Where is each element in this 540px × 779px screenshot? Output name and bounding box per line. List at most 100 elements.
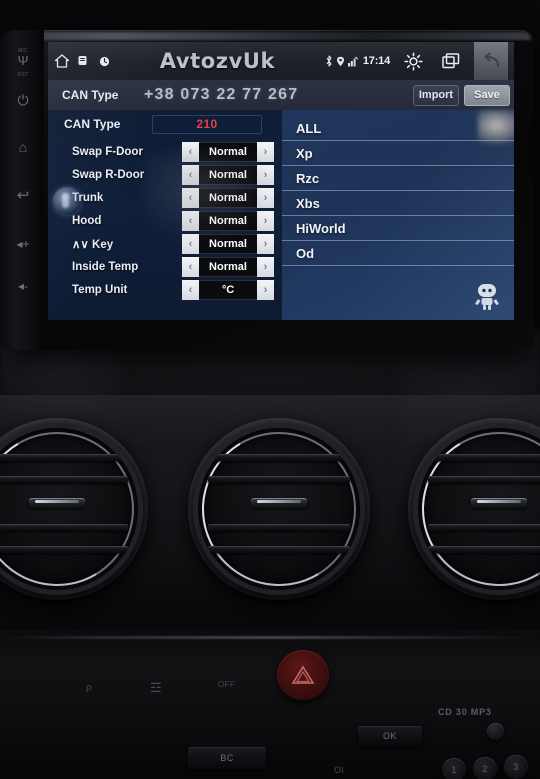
- power-icon[interactable]: ⏻: [10, 93, 36, 107]
- stepper-prev-icon[interactable]: ‹: [182, 256, 199, 277]
- stepper-prev-icon[interactable]: ‹: [182, 187, 199, 208]
- setting-row-trunk: Trunk ‹ Normal ›: [60, 186, 282, 209]
- mic-icon[interactable]: Ψ: [10, 54, 36, 67]
- setting-row-hood: Hood ‹ Normal ›: [60, 209, 282, 232]
- protocol-list: ALL Xp Rzc Xbs HiWorld Od: [282, 116, 514, 266]
- screenshot-root: P ☲ OFF CD 30 MP3 BC OK Ol 1 2 3 MIC Ψ R…: [0, 0, 540, 779]
- setting-value: Normal: [199, 233, 257, 254]
- setting-label: ∧∨ Key: [72, 238, 114, 251]
- vent-louver: [207, 454, 351, 461]
- vent-direction-knob[interactable]: [251, 498, 307, 508]
- setting-label: Trunk: [72, 191, 104, 204]
- brand-logo: AvtozvUk: [159, 49, 276, 73]
- stepper-prev-icon[interactable]: ‹: [182, 233, 199, 254]
- air-vent-center[interactable]: [198, 428, 360, 590]
- vent-knob-chrome: [476, 500, 522, 503]
- reset-label[interactable]: RST: [6, 72, 40, 78]
- hazard-lights-button[interactable]: [277, 650, 329, 700]
- parking-sensor-button[interactable]: P: [86, 684, 92, 694]
- vent-direction-knob[interactable]: [29, 498, 85, 508]
- android-status-bar: AvtozvUk 17:14: [48, 42, 514, 80]
- rear-defrost-button[interactable]: ☲: [150, 680, 162, 696]
- setting-stepper[interactable]: ‹ Normal ›: [182, 164, 274, 185]
- setting-row-swap-r-door: Swap R-Door ‹ Normal ›: [60, 163, 282, 186]
- import-button[interactable]: Import: [413, 84, 459, 106]
- vent-louver: [207, 524, 351, 531]
- save-button[interactable]: Save: [464, 84, 510, 106]
- vent-direction-knob[interactable]: [471, 498, 527, 508]
- stepper-next-icon[interactable]: ›: [257, 233, 274, 254]
- can-type-row: CAN Type 210: [48, 110, 282, 138]
- ok-button[interactable]: OK: [358, 726, 422, 746]
- brightness-icon[interactable]: [398, 42, 428, 80]
- vent-knob-chrome: [256, 500, 302, 503]
- setting-value: °C: [199, 279, 257, 300]
- stepper-next-icon[interactable]: ›: [257, 164, 274, 185]
- stepper-prev-icon[interactable]: ‹: [182, 279, 199, 300]
- head-unit-screen[interactable]: AvtozvUk 17:14 CAN Type +38 073 22 77 26…: [48, 42, 514, 320]
- volume-up-icon[interactable]: ◂+: [10, 238, 36, 250]
- setting-label: Hood: [72, 214, 102, 227]
- traction-control-off-button[interactable]: OFF: [218, 680, 235, 689]
- status-tray: 17:14: [325, 55, 390, 67]
- bc-button[interactable]: BC: [188, 747, 266, 769]
- setting-label: Swap R-Door: [72, 168, 145, 181]
- back-icon[interactable]: ↩: [10, 188, 36, 203]
- vent-louver: [427, 476, 540, 483]
- gps-icon: [336, 56, 345, 67]
- setting-label: Swap F-Door: [72, 145, 143, 158]
- hardware-button-rail: MIC Ψ RST ⏻ ⌂ ↩ ◂+ ◂-: [0, 30, 44, 350]
- setting-value: Normal: [199, 141, 257, 162]
- back-icon[interactable]: [474, 42, 508, 80]
- stepper-prev-icon[interactable]: ‹: [182, 141, 199, 162]
- setting-row-inside-temp: Inside Temp ‹ Normal ›: [60, 255, 282, 278]
- hazard-triangle-icon: [291, 665, 315, 684]
- cd-player-label: CD 30 MP3: [438, 707, 492, 717]
- setting-stepper[interactable]: ‹ Normal ›: [182, 233, 274, 254]
- vent-louver: [0, 476, 129, 483]
- list-item[interactable]: ALL: [282, 116, 514, 141]
- list-item[interactable]: HiWorld: [282, 216, 514, 241]
- vent-louver: [0, 546, 129, 553]
- setting-stepper[interactable]: ‹ Normal ›: [182, 187, 274, 208]
- setting-stepper[interactable]: ‹ Normal ›: [182, 256, 274, 277]
- preset-button-2[interactable]: 2: [473, 757, 497, 779]
- volume-down-icon[interactable]: ◂-: [10, 280, 36, 292]
- list-item[interactable]: Xp: [282, 141, 514, 166]
- recents-icon[interactable]: [436, 42, 466, 80]
- vent-louver: [427, 524, 540, 531]
- ol-label: Ol: [334, 765, 344, 775]
- preset-button-3[interactable]: 3: [504, 755, 528, 779]
- stepper-next-icon[interactable]: ›: [257, 187, 274, 208]
- apps-icon[interactable]: [78, 55, 91, 67]
- setting-stepper[interactable]: ‹ Normal ›: [182, 141, 274, 162]
- stepper-next-icon[interactable]: ›: [257, 256, 274, 277]
- vent-louver: [0, 524, 129, 531]
- stepper-next-icon[interactable]: ›: [257, 210, 274, 231]
- list-item[interactable]: Xbs: [282, 191, 514, 216]
- stepper-next-icon[interactable]: ›: [257, 141, 274, 162]
- radio-knob[interactable]: [487, 723, 504, 740]
- can-type-value-box[interactable]: 210: [152, 114, 262, 134]
- head-unit-bevel: [7, 32, 531, 40]
- vent-louver: [207, 476, 351, 483]
- setting-value: Normal: [199, 256, 257, 277]
- home-icon[interactable]: [54, 53, 70, 69]
- setting-stepper[interactable]: ‹ Normal ›: [182, 210, 274, 231]
- console-trim-strip: [0, 636, 540, 639]
- can-type-value: 210: [196, 117, 218, 131]
- setting-row-up-down-key: ∧∨ Key ‹ Normal ›: [60, 232, 282, 255]
- screen-body: CAN Type 210 Swap F-Door ‹ Normal › Swap…: [48, 110, 514, 320]
- list-item[interactable]: Od: [282, 241, 514, 266]
- list-item[interactable]: Rzc: [282, 166, 514, 191]
- vent-louver: [0, 454, 129, 461]
- stepper-prev-icon[interactable]: ‹: [182, 210, 199, 231]
- setting-row-temp-unit: Temp Unit ‹ °C ›: [60, 278, 282, 301]
- clock-icon[interactable]: [99, 56, 110, 67]
- setting-stepper[interactable]: ‹ °C ›: [182, 279, 274, 300]
- preset-button-1[interactable]: 1: [442, 758, 466, 779]
- stepper-next-icon[interactable]: ›: [257, 279, 274, 300]
- setting-value: Normal: [199, 187, 257, 208]
- stepper-prev-icon[interactable]: ‹: [182, 164, 199, 185]
- home-icon[interactable]: ⌂: [10, 140, 36, 154]
